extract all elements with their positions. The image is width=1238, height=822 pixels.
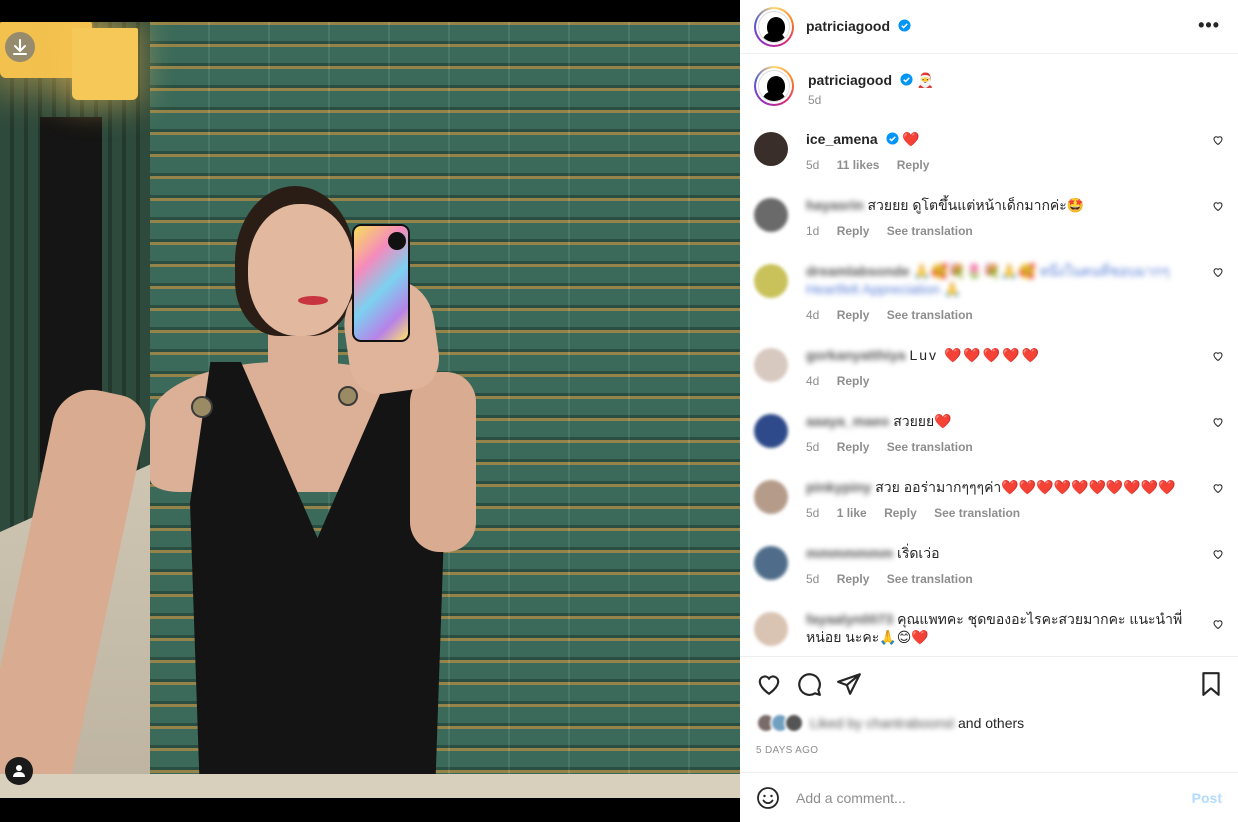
share-paper-plane-icon[interactable] bbox=[836, 671, 862, 697]
comment-item: gorkanyatthiya Luv ❤️❤️❤️❤️❤️ 4d Reply bbox=[740, 346, 1238, 412]
reply-button[interactable]: Reply bbox=[837, 572, 870, 586]
comment-time: 5d bbox=[806, 440, 820, 454]
user-tag-icon[interactable] bbox=[5, 757, 33, 785]
author-username[interactable]: patriciagood bbox=[806, 18, 890, 34]
save-bookmark-icon[interactable] bbox=[1198, 671, 1224, 697]
verified-badge-icon bbox=[900, 73, 913, 86]
comment-time: 4d bbox=[806, 308, 820, 322]
reply-button[interactable]: Reply bbox=[884, 506, 917, 520]
comment-text: สวยยย❤️ bbox=[893, 413, 952, 429]
author-avatar[interactable] bbox=[754, 6, 794, 47]
like-comment-heart-icon[interactable] bbox=[1212, 548, 1224, 560]
download-icon[interactable] bbox=[5, 32, 35, 62]
reply-button[interactable]: Reply bbox=[837, 374, 870, 388]
comment-item: fayaalyn0073 คุณแพทคะ ชุดของอะไรคะสวยมาก… bbox=[740, 610, 1238, 656]
post-sidebar: patriciagood ••• patriciagood 🎅 5d ice_a… bbox=[740, 0, 1238, 822]
comment-avatar[interactable] bbox=[754, 198, 788, 232]
comment-time: 5d bbox=[806, 572, 820, 586]
comment-bubble-icon[interactable] bbox=[796, 671, 822, 697]
comment-text: เริ่ดเว่อ bbox=[897, 545, 940, 561]
comment-time: 5d bbox=[806, 158, 820, 172]
like-comment-heart-icon[interactable] bbox=[1212, 266, 1224, 278]
verified-badge-icon bbox=[898, 18, 912, 32]
comment-likes[interactable]: 1 like bbox=[837, 506, 867, 520]
comment-text: ❤️ bbox=[902, 131, 922, 147]
post-header: patriciagood ••• bbox=[740, 0, 1238, 54]
caption-text: 🎅 bbox=[916, 72, 935, 88]
comments-list[interactable]: patriciagood 🎅 5d ice_amena ❤️ 5d 11 lik… bbox=[740, 54, 1238, 656]
post-photo-panel[interactable] bbox=[0, 0, 740, 822]
comment-avatar[interactable] bbox=[754, 480, 788, 514]
liked-by[interactable]: Liked by chantraboonsl and others bbox=[756, 713, 1024, 733]
photo-person bbox=[0, 172, 500, 798]
reply-button[interactable]: Reply bbox=[837, 224, 870, 238]
comment-avatar[interactable] bbox=[754, 612, 788, 646]
caption-username[interactable]: patriciagood bbox=[808, 72, 892, 88]
comment-username[interactable]: fayaalyn0073 bbox=[806, 611, 893, 627]
liked-by-name[interactable]: Liked by chantraboonsl bbox=[810, 715, 954, 731]
comment-text: Luv ❤️❤️❤️❤️❤️ bbox=[909, 347, 1042, 363]
comment-username[interactable]: dreamlabsonde bbox=[806, 263, 909, 279]
post-date[interactable]: 5 DAYS AGO bbox=[756, 745, 818, 756]
like-comment-heart-icon[interactable] bbox=[1212, 482, 1224, 494]
comment-avatar[interactable] bbox=[754, 132, 788, 166]
and-others[interactable]: and others bbox=[958, 715, 1024, 731]
photo-lamp bbox=[72, 28, 138, 100]
post-photo bbox=[0, 22, 740, 798]
comment-text: สวย ออร่ามากๆๆๆค่า❤️❤️❤️❤️❤️❤️❤️❤️❤️❤️ bbox=[875, 479, 1176, 495]
emoji-icon[interactable] bbox=[756, 786, 780, 810]
verified-badge-icon bbox=[885, 132, 899, 145]
caption-avatar[interactable] bbox=[754, 66, 794, 106]
see-translation-button[interactable]: See translation bbox=[887, 440, 973, 454]
comment-time: 1d bbox=[806, 224, 820, 238]
comment-username[interactable]: ice_amena bbox=[806, 131, 878, 147]
photo-counter bbox=[0, 774, 740, 798]
comment-avatar[interactable] bbox=[754, 264, 788, 298]
like-comment-heart-icon[interactable] bbox=[1212, 416, 1224, 428]
comment-item: aaaya_maeo สวยยย❤️ 5d Reply See translat… bbox=[740, 412, 1238, 478]
comment-avatar[interactable] bbox=[754, 348, 788, 382]
like-heart-icon[interactable] bbox=[756, 671, 782, 697]
like-comment-heart-icon[interactable] bbox=[1212, 200, 1224, 212]
see-translation-button[interactable]: See translation bbox=[887, 308, 973, 322]
see-translation-button[interactable]: See translation bbox=[887, 572, 973, 586]
like-comment-heart-icon[interactable] bbox=[1212, 134, 1224, 146]
comment-username[interactable]: mmmmmmm bbox=[806, 545, 893, 561]
see-translation-button[interactable]: See translation bbox=[934, 506, 1020, 520]
more-options-icon[interactable]: ••• bbox=[1198, 16, 1220, 34]
caption-time: 5d bbox=[808, 93, 822, 107]
comment-username[interactable]: aaaya_maeo bbox=[806, 413, 889, 429]
comment-item: dreamlabsonde 🙏🥰💐🌷💐🙏🥰 หนึ่งในคนที่ชอบมาก… bbox=[740, 262, 1238, 346]
comment-item: ice_amena ❤️ 5d 11 likes Reply bbox=[740, 130, 1238, 196]
comment-item: hayasrin สวยยย ดูโตขึ้นแต่หน้าเด็กมากค่ะ… bbox=[740, 196, 1238, 262]
reply-button[interactable]: Reply bbox=[837, 440, 870, 454]
post-caption: patriciagood 🎅 5d bbox=[740, 54, 1238, 130]
reply-button[interactable]: Reply bbox=[837, 308, 870, 322]
comment-username[interactable]: pinkypiny bbox=[806, 479, 871, 495]
reply-button[interactable]: Reply bbox=[897, 158, 930, 172]
like-comment-heart-icon[interactable] bbox=[1212, 350, 1224, 362]
comment-time: 4d bbox=[806, 374, 820, 388]
see-translation-button[interactable]: See translation bbox=[887, 224, 973, 238]
post-actions: Liked by chantraboonsl and others 5 DAYS… bbox=[740, 656, 1238, 772]
comment-time: 5d bbox=[806, 506, 820, 520]
comment-username[interactable]: hayasrin bbox=[806, 197, 864, 213]
comment-item: pinkypiny สวย ออร่ามากๆๆๆค่า❤️❤️❤️❤️❤️❤️… bbox=[740, 478, 1238, 544]
comment-avatar[interactable] bbox=[754, 546, 788, 580]
add-comment-bar: Post bbox=[740, 772, 1238, 822]
comment-username[interactable]: gorkanyatthiya bbox=[806, 347, 906, 363]
comment-likes[interactable]: 11 likes bbox=[837, 158, 880, 172]
photo-phone bbox=[352, 224, 410, 342]
comment-input[interactable] bbox=[796, 789, 1192, 806]
comment-avatar[interactable] bbox=[754, 414, 788, 448]
comment-text: สวยยย ดูโตขึ้นแต่หน้าเด็กมากค่ะ🤩 bbox=[867, 197, 1085, 213]
like-comment-heart-icon[interactable] bbox=[1212, 618, 1224, 630]
post-comment-button[interactable]: Post bbox=[1192, 790, 1222, 806]
comment-item: mmmmmmm เริ่ดเว่อ 5d Reply See translati… bbox=[740, 544, 1238, 610]
